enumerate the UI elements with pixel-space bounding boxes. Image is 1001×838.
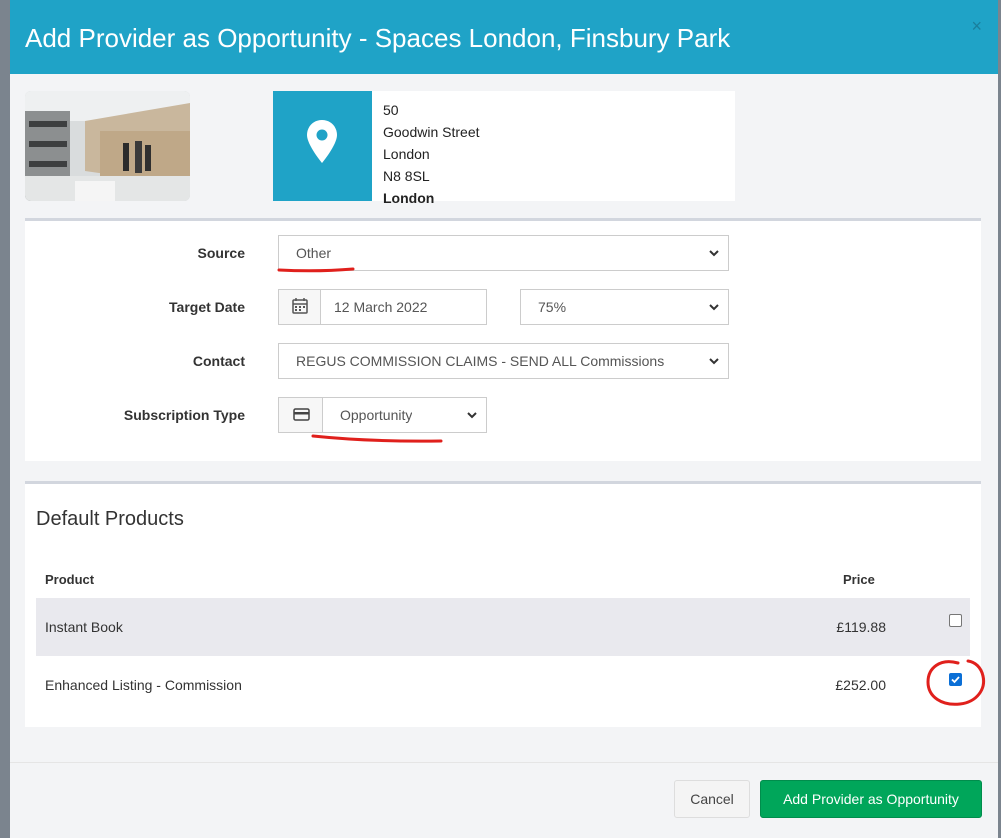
products-title: Default Products (36, 508, 184, 530)
address-line-2: Goodwin Street (383, 124, 480, 140)
contact-select[interactable]: REGUS COMMISSION CLAIMS - SEND ALL Commi… (278, 343, 729, 379)
product-price: £119.88 (836, 619, 886, 635)
product-name: Enhanced Listing - Commission (45, 677, 242, 693)
credit-card-icon (293, 408, 310, 421)
source-select-value: Other (296, 245, 332, 261)
map-pin-icon (307, 120, 337, 163)
product-price: £252.00 (835, 677, 886, 693)
address-card: 50 Goodwin Street London N8 8SL London (273, 91, 735, 206)
table-row: Instant Book £119.88 (36, 598, 970, 656)
column-header-product: Product (45, 572, 95, 587)
chevron-down-icon (467, 412, 477, 419)
modal-header: Add Provider as Opportunity - Spaces Lon… (10, 0, 998, 74)
provider-photo (25, 91, 190, 201)
target-date-value: 12 March 2022 (334, 299, 428, 315)
target-date-input[interactable]: 12 March 2022 (320, 289, 487, 325)
column-header-price: Price (843, 572, 875, 587)
credit-card-addon (278, 397, 323, 433)
map-pin-box (273, 91, 372, 201)
background-page (0, 0, 10, 838)
address-line-3: London (383, 146, 430, 162)
close-icon[interactable]: × (971, 16, 982, 36)
footer-divider (10, 762, 998, 763)
chevron-down-icon (709, 250, 719, 257)
contact-select-value: REGUS COMMISSION CLAIMS - SEND ALL Commi… (296, 353, 665, 369)
address-postcode: N8 8SL (383, 168, 430, 184)
form-panel: Source Other Target Date 12 March 2022 7… (25, 218, 981, 461)
annotation-underline-subscription (311, 434, 443, 443)
address-line-1: 50 (383, 102, 399, 118)
subscription-type-select[interactable]: Opportunity (322, 397, 487, 433)
subscription-type-label: Subscription Type (123, 407, 245, 423)
calendar-icon (292, 298, 308, 314)
product-checkbox[interactable] (949, 614, 962, 627)
address-lines: 50 Goodwin Street London N8 8SL London (383, 99, 480, 209)
subscription-type-value: Opportunity (340, 407, 413, 423)
modal-title: Add Provider as Opportunity - Spaces Lon… (25, 23, 731, 53)
table-row: Enhanced Listing - Commission £252.00 (36, 656, 970, 714)
target-date-label: Target Date (169, 299, 245, 315)
annotation-circle (926, 659, 986, 706)
add-provider-as-opportunity-button[interactable]: Add Provider as Opportunity (760, 780, 982, 818)
annotation-underline-source (277, 267, 355, 273)
add-provider-modal: Add Provider as Opportunity - Spaces Lon… (10, 0, 998, 838)
chevron-down-icon (709, 304, 719, 311)
product-name: Instant Book (45, 619, 123, 635)
cancel-button[interactable]: Cancel (674, 780, 750, 818)
address-city: London (383, 190, 435, 206)
probability-select[interactable]: 75% (520, 289, 729, 325)
source-label: Source (197, 245, 245, 261)
chevron-down-icon (709, 358, 719, 365)
calendar-addon[interactable] (278, 289, 321, 325)
default-products-panel: Default Products Product Price Instant B… (25, 481, 986, 727)
contact-label: Contact (192, 353, 245, 369)
probability-value: 75% (538, 299, 567, 315)
